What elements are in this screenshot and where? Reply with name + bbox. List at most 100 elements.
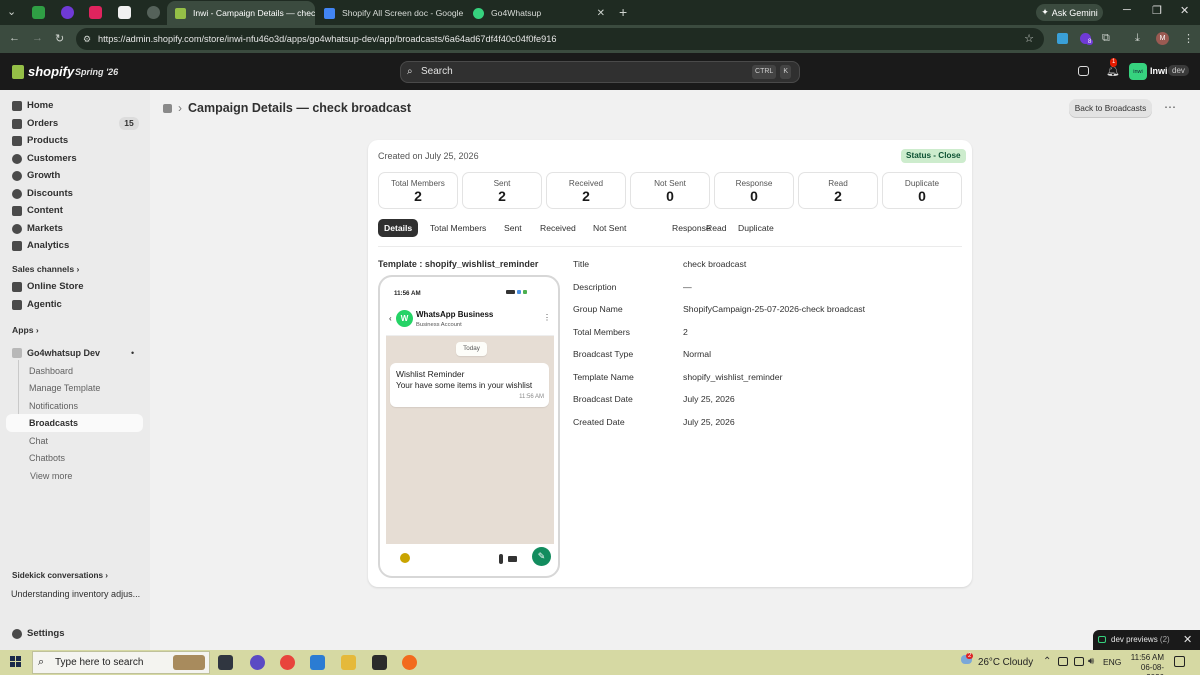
search-input[interactable]: ⌕ Search CTRL K (400, 61, 800, 83)
attachment-icon (499, 554, 503, 564)
tab-go4whatsup[interactable]: Go4Whatsup ✕ (465, 1, 613, 25)
created-date: Created on July 25, 2026 (378, 151, 479, 161)
sidebar-item-growth[interactable]: Growth (12, 170, 60, 181)
new-tab-icon[interactable]: + (619, 4, 627, 20)
sidebar-item-manage-template[interactable]: Manage Template (29, 383, 100, 393)
sidebar-item-chatbots[interactable]: Chatbots (29, 453, 65, 463)
pinned-tab-icon[interactable] (61, 6, 74, 19)
close-tab-icon[interactable]: ✕ (463, 8, 464, 19)
discount-icon (12, 188, 22, 199)
download-icon[interactable]: ⤓ (1135, 32, 1140, 45)
sidebar-item-discounts[interactable]: Discounts (12, 188, 73, 199)
chevron-right-icon: › (35, 325, 39, 335)
more-actions-icon[interactable]: ⋯ (1164, 100, 1176, 114)
date-chip: Today (456, 342, 487, 356)
forward-arrow-icon[interactable]: → (32, 32, 43, 44)
pinned-tab-icon[interactable] (118, 6, 131, 19)
sales-channels-heading[interactable]: Sales channels › (12, 264, 79, 274)
sidebar-item-agentic[interactable]: Agentic (12, 299, 62, 310)
task-view-icon[interactable] (218, 655, 233, 670)
tag-icon (12, 135, 22, 146)
sidebar-item-chat[interactable]: Chat (29, 436, 48, 446)
sidekick-conversation-item[interactable]: Understanding inventory adjus... (11, 589, 140, 599)
app-breadcrumb-icon[interactable] (163, 103, 172, 113)
sidebar-item-analytics[interactable]: Analytics (12, 240, 69, 251)
search-shortcut: CTRL K (752, 65, 791, 79)
tab-campaign-details[interactable]: Inwi - Campaign Details — chec ✕ (167, 1, 315, 25)
sublime-app-icon[interactable] (372, 655, 387, 670)
pin-dot-icon[interactable]: • (131, 348, 134, 358)
tab-duplicate[interactable]: Duplicate (732, 219, 780, 237)
address-bar[interactable]: ⚙ https://admin.shopify.com/store/inwi-n… (76, 28, 1044, 50)
tab-read[interactable]: Read (702, 219, 731, 237)
reload-icon[interactable]: ↻ (55, 32, 64, 45)
tab-search-icon[interactable]: ⌄ (7, 5, 16, 18)
store-avatar[interactable]: inwi (1129, 63, 1147, 80)
back-to-broadcasts-button[interactable]: Back to Broadcasts (1069, 99, 1152, 117)
postman-app-icon[interactable] (402, 655, 417, 670)
profile-avatar[interactable]: M (1156, 32, 1169, 45)
tray-icon[interactable] (1058, 657, 1068, 666)
restore-icon[interactable]: ❐ (1152, 4, 1162, 17)
taskbar-clock[interactable]: 11:56 AM 06-08-2026 (1124, 653, 1164, 675)
sidebar-item-settings[interactable]: Settings (12, 628, 64, 639)
tab-details[interactable]: Details (378, 219, 419, 237)
kebab-menu-icon: ⋮ (543, 313, 551, 322)
sidebar-item-dashboard[interactable]: Dashboard (29, 366, 73, 376)
close-icon[interactable]: ✕ (1183, 630, 1192, 650)
ask-gemini-button[interactable]: ✦ Ask Gemini (1036, 4, 1103, 21)
sidebar-item-online-store[interactable]: Online Store (12, 281, 83, 292)
language-indicator[interactable]: ENG (1103, 657, 1121, 667)
tab-not-sent[interactable]: Not Sent (587, 219, 632, 237)
edition-label[interactable]: Spring '26 (75, 67, 118, 77)
vscode-app-icon[interactable] (310, 655, 325, 670)
chart-icon (12, 240, 22, 251)
tab-sent[interactable]: Sent (498, 219, 528, 237)
chevron-up-icon[interactable]: ⌃ (1043, 656, 1051, 667)
shopify-logo[interactable]: shopify (12, 64, 74, 79)
windows-start-icon[interactable] (10, 656, 21, 667)
sidebar-item-customers[interactable]: Customers (12, 153, 77, 164)
extensions-puzzle-icon[interactable]: ⧉ (1102, 32, 1110, 45)
taskbar-search-input[interactable]: ⌕ Type here to search (32, 651, 210, 674)
bookmark-star-icon[interactable]: ☆ (1024, 28, 1034, 50)
chrome-app-icon[interactable] (280, 655, 295, 670)
view-more-link[interactable]: View more (30, 471, 72, 481)
tab-total-members[interactable]: Total Members (424, 219, 492, 237)
sidebar-item-app[interactable]: Go4whatsup Dev (12, 348, 100, 358)
close-window-icon[interactable]: ✕ (1180, 4, 1189, 17)
minimize-icon[interactable]: ─ (1123, 4, 1131, 16)
sidekick-heading[interactable]: Sidekick conversations › (12, 571, 108, 580)
pinned-tab-icon[interactable] (147, 6, 160, 19)
chrome-menu-icon[interactable]: ⋮ (1183, 32, 1194, 45)
tab-received[interactable]: Received (534, 219, 582, 237)
sidebar-item-orders[interactable]: Orders (12, 118, 58, 129)
chevron-left-icon: ‹ (389, 314, 392, 323)
volume-icon[interactable]: 🔊︎ (1088, 656, 1094, 667)
dev-previews-panel[interactable]: dev previews (2) ✕ (1093, 630, 1200, 650)
back-arrow-icon[interactable]: ← (9, 32, 20, 44)
file-explorer-icon[interactable] (341, 655, 356, 670)
weather-text[interactable]: 26°C Cloudy (978, 657, 1033, 668)
globe-icon (12, 223, 22, 234)
sidebar-item-home[interactable]: Home (12, 100, 53, 111)
site-info-icon[interactable]: ⚙ (83, 28, 91, 50)
pinned-tab-icon[interactable] (32, 6, 45, 19)
copilot-app-icon[interactable] (250, 655, 265, 670)
sidekick-icon[interactable] (1078, 66, 1089, 76)
extension-icon[interactable] (1057, 33, 1068, 44)
apps-heading[interactable]: Apps › (12, 325, 39, 335)
close-tab-icon[interactable]: ✕ (591, 8, 605, 19)
message-bubble: Wishlist Reminder Your have some items i… (390, 363, 549, 407)
sidebar-item-broadcasts[interactable]: Broadcasts (29, 418, 78, 428)
store-name[interactable]: Inwi (1150, 66, 1168, 76)
tab-shopify-doc[interactable]: Shopify All Screen doc - Google ✕ (316, 1, 464, 25)
sidebar-item-products[interactable]: Products (12, 135, 68, 146)
sidebar-item-notifications[interactable]: Notifications (29, 401, 78, 411)
network-icon[interactable] (1074, 657, 1084, 666)
sidebar-item-markets[interactable]: Markets (12, 223, 63, 234)
notification-center-icon[interactable] (1174, 656, 1185, 667)
sidebar-item-content[interactable]: Content (12, 205, 63, 216)
stat-sent: Sent 2 (462, 172, 542, 209)
youtube-tab-icon[interactable] (89, 6, 102, 19)
